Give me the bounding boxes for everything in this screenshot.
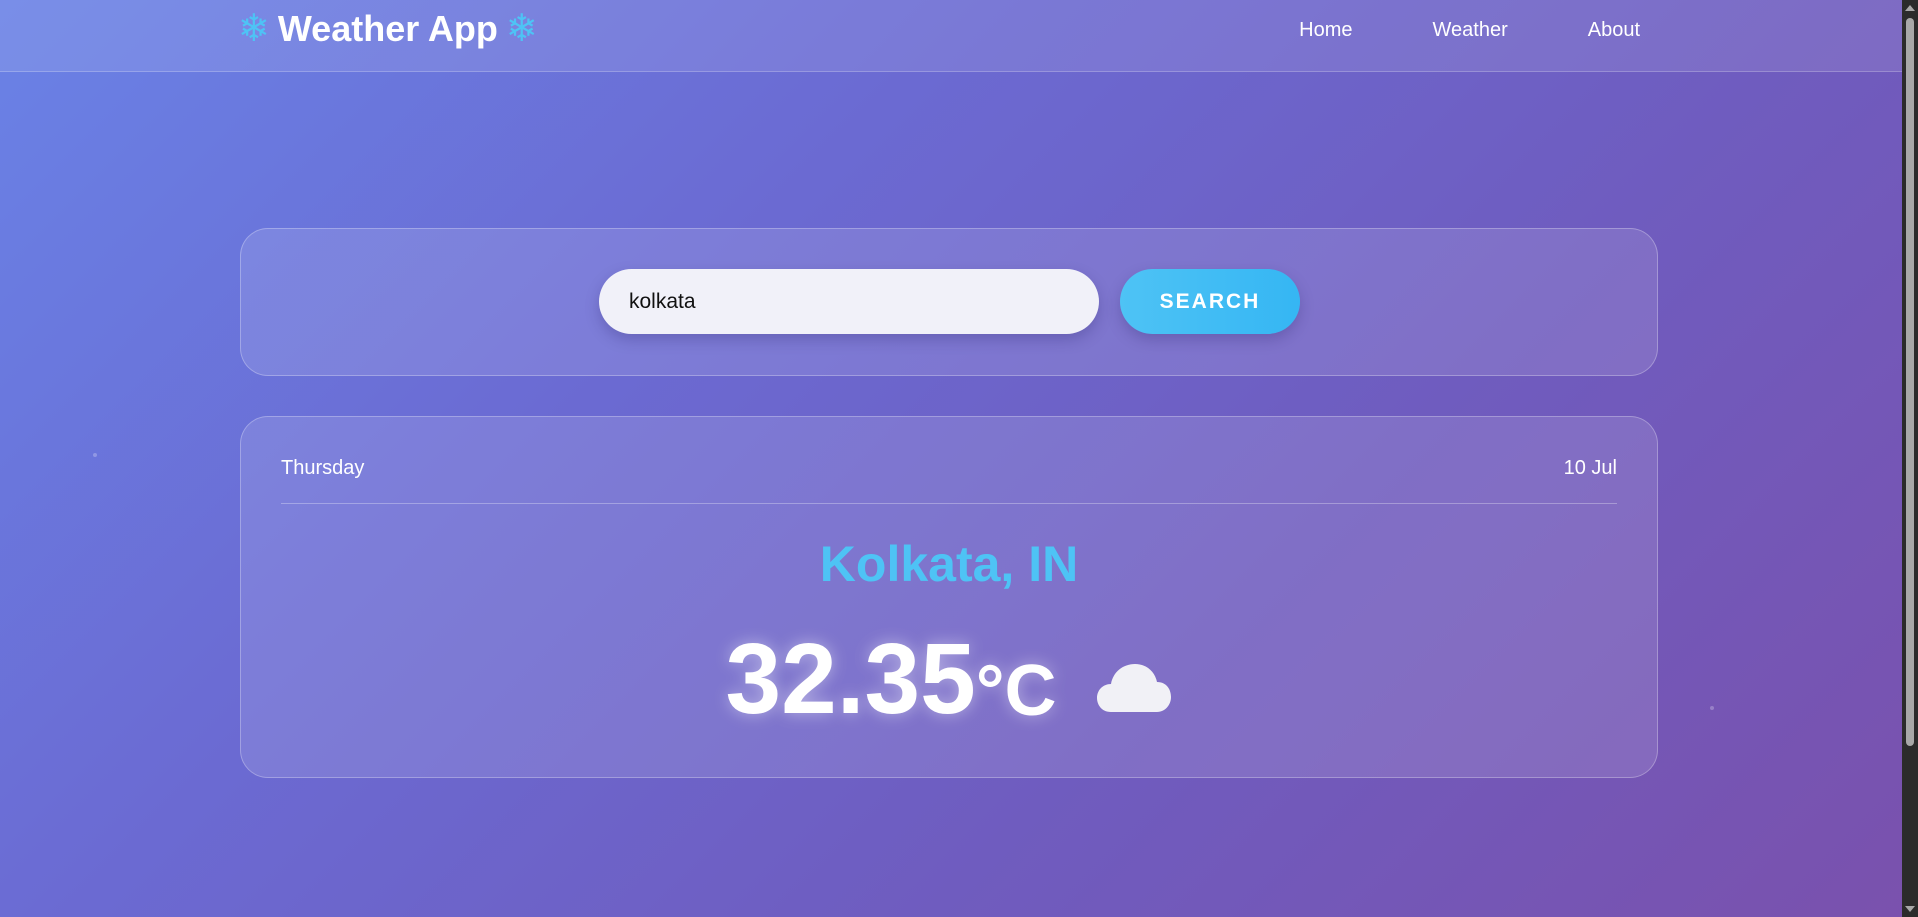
page-scrollbar[interactable]: [1902, 0, 1918, 917]
background-particle: [1710, 706, 1714, 710]
search-button[interactable]: SEARCH: [1120, 269, 1300, 334]
city-search-input[interactable]: [599, 269, 1099, 334]
card-divider: [281, 503, 1617, 504]
snowflake-icon: ❄: [505, 8, 538, 50]
navbar: ❄ Weather App ❄ Home Weather About: [0, 0, 1902, 72]
nav-home-link[interactable]: Home: [1299, 19, 1352, 42]
scroll-down-arrow-icon[interactable]: [1905, 906, 1915, 912]
brand[interactable]: ❄ Weather App ❄: [238, 8, 538, 50]
nav-about-link[interactable]: About: [1588, 19, 1640, 42]
weather-date: 10 Jul: [1563, 457, 1617, 479]
temperature-row: 32.35 °C: [241, 629, 1657, 729]
snowflake-icon: ❄: [238, 8, 270, 50]
brand-title: Weather App: [277, 8, 498, 49]
temperature-value: 32.35: [725, 623, 976, 735]
background-particle: [93, 453, 97, 457]
city-name: Kolkata, IN: [819, 536, 1079, 592]
temperature-unit: °C: [975, 651, 1057, 731]
main-nav: Home Weather About: [1299, 19, 1640, 42]
search-panel: SEARCH: [240, 228, 1658, 376]
scrollbar-thumb[interactable]: [1906, 18, 1914, 746]
nav-weather-link[interactable]: Weather: [1433, 19, 1508, 42]
cloud-icon: [1095, 658, 1173, 719]
scroll-up-arrow-icon[interactable]: [1905, 5, 1915, 11]
weather-day: Thursday: [281, 457, 365, 479]
weather-card: Thursday 10 Jul Kolkata, IN 32.35 °C: [240, 416, 1658, 778]
